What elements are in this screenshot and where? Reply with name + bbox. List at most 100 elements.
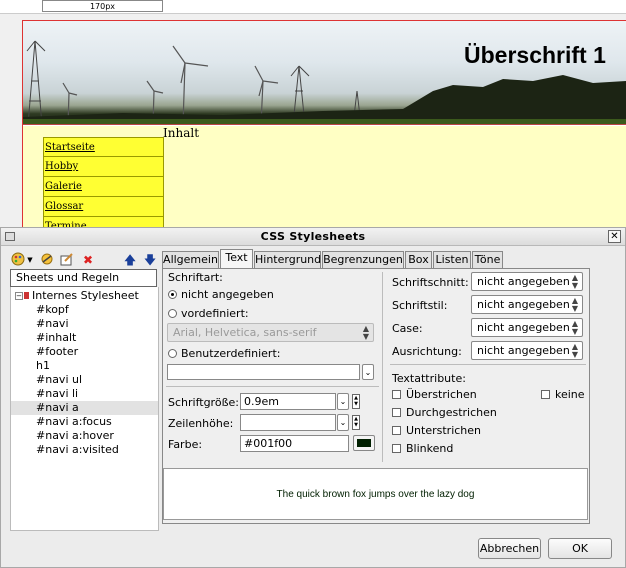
radio-not-specified[interactable]: nicht angegeben <box>168 288 274 301</box>
stil-label: Schriftstil: <box>392 299 448 312</box>
predefined-font-select: Arial, Helvetica, sans-serif ▲ ▼ <box>167 323 374 342</box>
tab-begrenzungen[interactable]: Begrenzungen <box>322 251 404 268</box>
spin-arrows-icon: ▲ ▼ <box>571 319 579 336</box>
tree-item[interactable]: h1 <box>11 359 158 373</box>
checkbox-icon <box>392 426 401 435</box>
edit-icon[interactable] <box>59 252 75 268</box>
tab-allgemein[interactable]: Allgemein <box>162 251 219 268</box>
dialog-title: CSS Stylesheets <box>260 230 366 243</box>
nav-link-glossar[interactable]: Glossar <box>43 197 164 217</box>
line-height-input[interactable] <box>240 414 336 431</box>
link-icon[interactable] <box>39 252 55 268</box>
checkbox-overline[interactable]: Überstrichen <box>392 388 477 401</box>
chevron-down-icon: ⌄ <box>339 418 347 427</box>
schriftart-label: Schriftart: <box>168 271 223 284</box>
color-input[interactable]: #001f00 <box>240 435 349 452</box>
tree-item-selected[interactable]: #navi a <box>11 401 158 415</box>
radio-custom[interactable]: Benutzerdefiniert: <box>168 347 280 360</box>
nav-link-galerie[interactable]: Galerie <box>43 177 164 197</box>
font-size-dropdown[interactable]: ⌄ <box>337 393 349 410</box>
arrow-up-icon[interactable]: 🡅 <box>122 252 138 268</box>
radio-predefined[interactable]: vordefiniert: <box>168 307 249 320</box>
case-label: Case: <box>392 322 423 335</box>
spin-arrows-icon: ▲ ▼ <box>362 324 370 341</box>
spin-arrows-icon: ▲ ▼ <box>571 273 579 290</box>
tab-text[interactable]: Text <box>220 249 253 269</box>
font-style-select[interactable]: nicht angegeben ▲ ▼ <box>471 295 583 314</box>
spin-arrows-icon: ▲ ▼ <box>571 296 579 313</box>
dialog-titlebar[interactable]: CSS Stylesheets ✕ <box>1 228 625 246</box>
tab-hintergrund[interactable]: Hintergrund <box>254 251 321 268</box>
chevron-down-icon: ⌄ <box>364 368 372 377</box>
page-editor-area: 170px Überschrift 1 Inhalt Startseite Ho… <box>0 0 626 237</box>
dropdown-arrow-icon[interactable]: ▼ <box>26 252 34 268</box>
radio-icon <box>168 309 177 318</box>
radio-selected-icon <box>168 290 177 299</box>
custom-font-dropdown[interactable]: ⌄ <box>362 364 374 380</box>
tab-box[interactable]: Box <box>405 251 432 268</box>
checkbox-icon <box>541 390 550 399</box>
separator <box>382 272 383 462</box>
checkbox-blink[interactable]: Blinkend <box>392 442 453 455</box>
font-size-input[interactable]: 0.9em <box>240 393 336 410</box>
checkbox-strikethrough[interactable]: Durchgestrichen <box>392 406 497 419</box>
palette-icon[interactable] <box>10 252 26 268</box>
arrow-down-icon[interactable]: 🡇 <box>142 252 158 268</box>
preview-text: The quick brown fox jumps over the lazy … <box>276 489 475 500</box>
custom-font-input[interactable] <box>167 364 360 380</box>
tab-listen[interactable]: Listen <box>433 251 471 268</box>
tree-item[interactable]: #kopf <box>11 303 158 317</box>
checkbox-icon <box>392 390 401 399</box>
checkbox-none[interactable]: keine <box>541 388 585 401</box>
nav-link-startseite[interactable]: Startseite <box>43 137 164 157</box>
checkbox-underline[interactable]: Unterstrichen <box>392 424 481 437</box>
tree-item[interactable]: #navi ul <box>11 373 158 387</box>
content-label: Inhalt <box>163 126 200 140</box>
separator <box>390 364 586 365</box>
tree-item[interactable]: #navi li <box>11 387 158 401</box>
checkbox-icon <box>392 408 401 417</box>
tree-item[interactable]: #navi a:visited <box>11 443 158 457</box>
tree-item[interactable]: #navi a:hover <box>11 429 158 443</box>
header-banner-image <box>23 21 626 125</box>
ausrichtung-label: Ausrichtung: <box>392 345 462 358</box>
alignment-select[interactable]: nicht angegeben ▲ ▼ <box>471 341 583 360</box>
checkbox-icon <box>392 444 401 453</box>
tree-root[interactable]: − Internes Stylesheet <box>11 289 158 303</box>
lineheight-label: Zeilenhöhe: <box>168 417 234 430</box>
spin-arrows-icon: ▲ ▼ <box>571 342 579 359</box>
font-weight-select[interactable]: nicht angegeben ▲ ▼ <box>471 272 583 291</box>
ruler-width-label: 170px <box>42 0 163 12</box>
text-preview: The quick brown fox jumps over the lazy … <box>163 468 588 520</box>
textattribute-label: Textattribute: <box>392 372 466 385</box>
cancel-button[interactable]: Abbrechen <box>478 538 541 559</box>
collapse-icon[interactable]: − <box>15 292 23 300</box>
tab-toene[interactable]: Töne <box>472 251 503 268</box>
tree-item[interactable]: #navi a:focus <box>11 415 158 429</box>
line-height-dropdown[interactable]: ⌄ <box>337 414 349 431</box>
delete-icon[interactable]: ✖ <box>80 252 96 268</box>
close-button[interactable]: ✕ <box>608 230 621 243</box>
tree-header: Sheets und Regeln <box>10 269 157 287</box>
rules-tree[interactable]: − Internes Stylesheet #kopf #navi #inhalt… <box>10 287 159 531</box>
close-icon: ✕ <box>610 231 619 242</box>
schnitt-label: Schriftschnitt: <box>392 276 469 289</box>
navigation-menu: Startseite Hobby Galerie Glossar Termine <box>43 137 164 237</box>
font-size-stepper[interactable]: ▲ ▼ <box>352 394 360 409</box>
nav-link-hobby[interactable]: Hobby <box>43 157 164 177</box>
chevron-down-icon: ⌄ <box>339 397 347 406</box>
color-picker-button[interactable] <box>353 435 375 451</box>
case-select[interactable]: nicht angegeben ▲ ▼ <box>471 318 583 337</box>
radio-icon <box>168 349 177 358</box>
css-stylesheets-dialog: CSS Stylesheets ✕ ▼ ✖ 🡅 🡇 Sheets und Reg… <box>0 227 626 568</box>
ok-button[interactable]: OK <box>548 538 612 559</box>
stylesheet-icon <box>24 292 29 299</box>
tree-item[interactable]: #inhalt <box>11 331 158 345</box>
separator <box>166 386 379 387</box>
page-heading: Überschrift 1 <box>464 42 606 68</box>
tree-item[interactable]: #footer <box>11 345 158 359</box>
color-swatch <box>357 439 371 447</box>
tree-item[interactable]: #navi <box>11 317 158 331</box>
line-height-stepper[interactable]: ▲ ▼ <box>352 415 360 430</box>
color-label: Farbe: <box>168 438 203 451</box>
